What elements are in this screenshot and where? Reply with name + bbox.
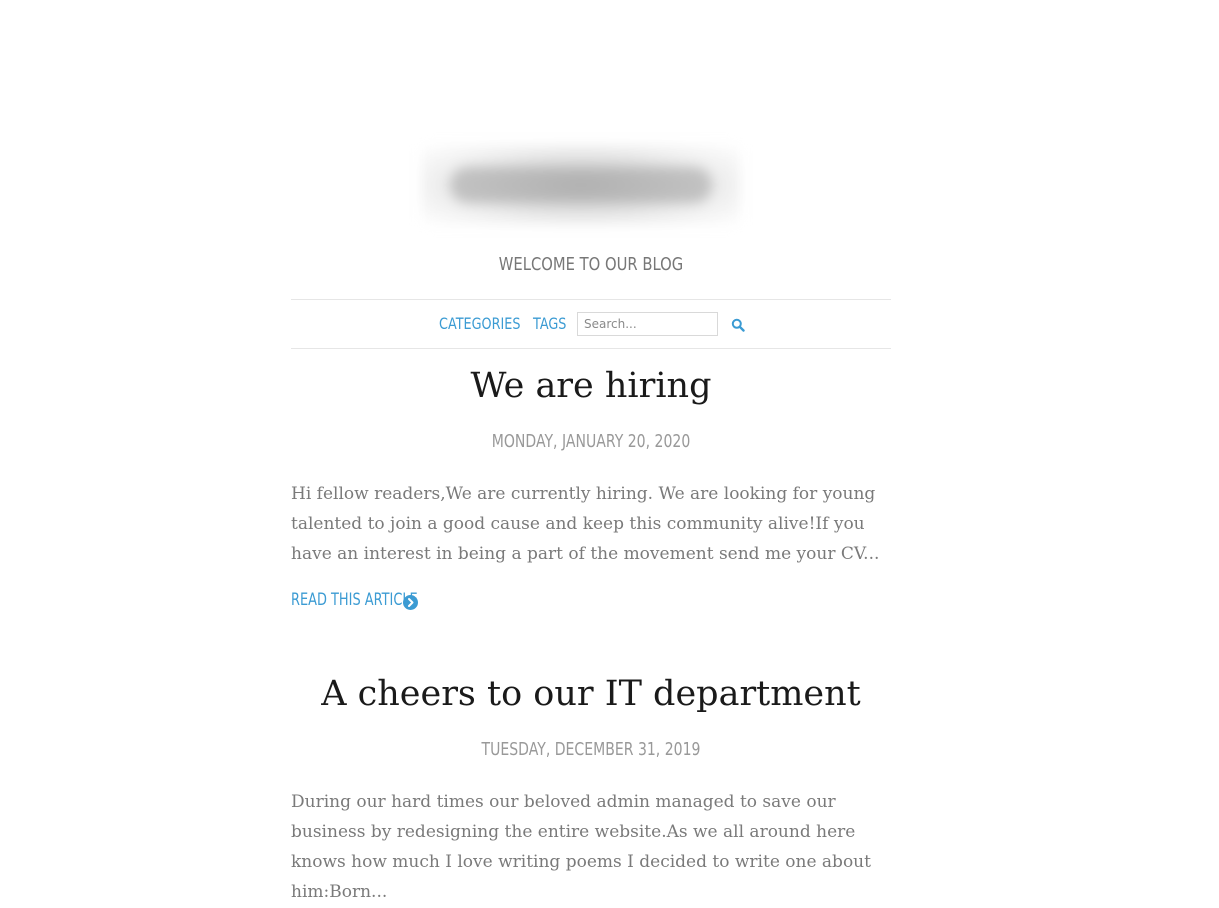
post-date: MONDAY, JANUARY 20, 2020 <box>491 431 691 452</box>
post-date: TUESDAY, DECEMBER 31, 2019 <box>481 739 701 760</box>
post-excerpt: During our hard times our beloved admin … <box>291 792 871 902</box>
chevron-circle-right-icon[interactable] <box>403 595 418 610</box>
post-title[interactable]: We are hiring <box>291 366 891 406</box>
search-icon[interactable] <box>731 317 747 333</box>
post-excerpt: Hi fellow readers,We are currently hirin… <box>291 484 880 564</box>
blog-tagline: WELCOME TO OUR BLOG <box>498 254 684 275</box>
read-article-link[interactable]: READ THIS ARTICLE <box>291 590 458 610</box>
main-nav: CATEGORIES TAGS <box>291 300 891 348</box>
nav-categories-link[interactable]: CATEGORIES <box>439 314 520 333</box>
nav-tags-link[interactable]: TAGS <box>533 314 566 333</box>
post-title[interactable]: A cheers to our IT department <box>291 674 891 714</box>
site-logo[interactable] <box>422 145 740 225</box>
read-article-label: READ THIS ARTICLE <box>291 590 418 610</box>
logo-mark <box>450 167 712 203</box>
page: WELCOME TO OUR BLOG CATEGORIES TAGS We a… <box>0 0 1219 908</box>
search-input[interactable] <box>577 312 718 336</box>
nav-bottom-divider <box>291 348 891 349</box>
